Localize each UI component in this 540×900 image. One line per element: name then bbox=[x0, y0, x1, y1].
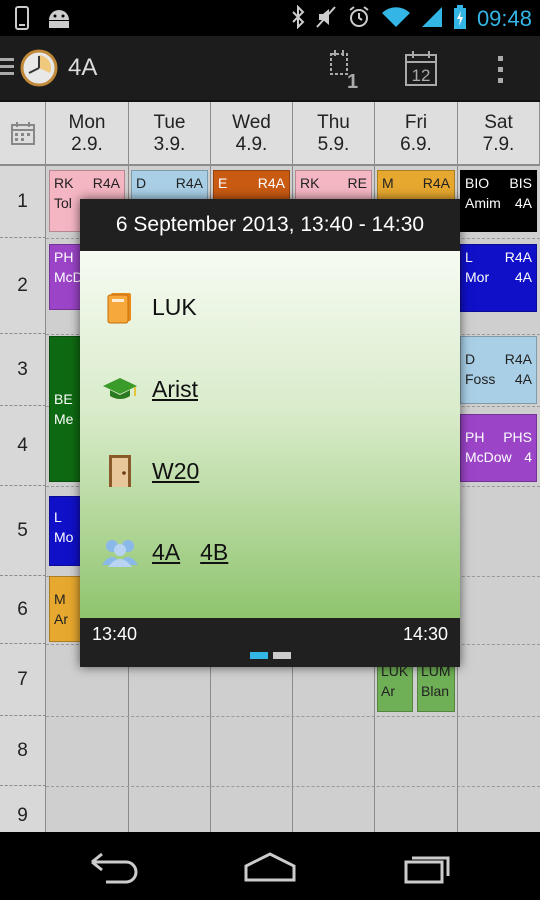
popup-teacher-link[interactable]: Arist bbox=[152, 376, 198, 403]
period-5: 5 bbox=[0, 486, 46, 576]
back-icon bbox=[91, 852, 138, 884]
svg-text:1: 1 bbox=[347, 71, 358, 92]
popup-room-row: W20 bbox=[102, 451, 219, 491]
lesson-block[interactable]: BIO BIS Amim 4A bbox=[460, 170, 537, 232]
popup-room-link[interactable]: W20 bbox=[152, 458, 199, 485]
phone-icon bbox=[14, 6, 30, 34]
bluetooth-icon bbox=[291, 4, 305, 33]
popup-class-link[interactable]: 4B bbox=[200, 539, 228, 566]
navigation-bar bbox=[0, 832, 540, 900]
grid-line bbox=[46, 716, 540, 717]
page-dot[interactable] bbox=[273, 652, 291, 659]
overflow-icon bbox=[498, 56, 503, 83]
battery-icon bbox=[453, 4, 467, 34]
popup-end-time: 14:30 bbox=[402, 624, 448, 644]
popup-title: 6 September 2013, 13:40 - 14:30 bbox=[115, 213, 425, 236]
popup-teacher-row: Arist bbox=[102, 369, 218, 409]
status-bar: 09:48 bbox=[0, 0, 540, 36]
android-icon bbox=[46, 6, 72, 34]
home-button[interactable] bbox=[240, 850, 300, 886]
lesson-detail-popup[interactable]: 6 September 2013, 13:40 - 14:30 LUK Aris bbox=[80, 199, 460, 667]
popup-classes-row: 4A 4B bbox=[102, 532, 248, 572]
popup-start-time: 13:40 bbox=[92, 624, 138, 644]
day-header-fri[interactable]: Fri 6.9. bbox=[375, 102, 458, 166]
calendar-button[interactable]: 12 bbox=[398, 46, 444, 92]
mute-icon bbox=[315, 5, 337, 33]
back-button[interactable] bbox=[84, 850, 144, 886]
period-9: 9 bbox=[0, 786, 46, 832]
day-header-thu[interactable]: Thu 5.9. bbox=[293, 102, 375, 166]
wifi-icon bbox=[381, 5, 411, 33]
period-7: 7 bbox=[0, 644, 46, 716]
calendar-small-icon bbox=[10, 122, 35, 145]
graduation-cap-icon bbox=[102, 371, 138, 407]
period-4: 4 bbox=[0, 406, 46, 486]
day-header-mon[interactable]: Mon 2.9. bbox=[46, 102, 129, 166]
popup-subject-row: LUK bbox=[102, 287, 197, 327]
app-clock-icon[interactable] bbox=[20, 49, 58, 91]
grid-line bbox=[46, 786, 540, 787]
book-icon bbox=[102, 289, 138, 325]
today-button[interactable]: 1 bbox=[324, 46, 370, 93]
svg-text:12: 12 bbox=[412, 66, 431, 85]
calendar-corner[interactable] bbox=[0, 102, 46, 166]
timetable-title[interactable]: 4A bbox=[68, 54, 97, 82]
period-8: 8 bbox=[0, 716, 46, 786]
lesson-block[interactable]: L R4A Mor 4A bbox=[460, 244, 537, 312]
period-6: 6 bbox=[0, 576, 46, 644]
recent-apps-button[interactable] bbox=[398, 850, 458, 886]
period-2: 2 bbox=[0, 238, 46, 334]
period-3: 3 bbox=[0, 334, 46, 406]
calendar-icon: 12 bbox=[405, 51, 437, 86]
recent-apps-icon bbox=[404, 856, 450, 884]
period-1: 1 bbox=[0, 166, 46, 238]
door-icon bbox=[102, 453, 138, 489]
page-dot-active[interactable] bbox=[250, 652, 268, 659]
cell-signal-icon bbox=[421, 5, 443, 33]
drawer-icon[interactable] bbox=[0, 58, 14, 79]
popup-footer: 13:40 14:30 bbox=[80, 618, 460, 667]
popup-class-link[interactable]: 4A bbox=[152, 539, 180, 566]
popup-body: LUK Arist W20 4A 4B bbox=[80, 251, 460, 618]
page-indicator bbox=[250, 652, 291, 659]
status-time: 09:48 bbox=[476, 6, 532, 31]
group-icon bbox=[102, 534, 138, 570]
today-icon: 1 bbox=[330, 50, 358, 93]
lesson-block[interactable]: D R4A Foss 4A bbox=[460, 336, 537, 404]
lesson-block[interactable]: PH PHS McDow 4 bbox=[460, 414, 537, 482]
alarm-icon bbox=[347, 5, 371, 33]
home-icon bbox=[244, 852, 296, 882]
overflow-menu-button[interactable] bbox=[478, 46, 524, 92]
day-header-sat[interactable]: Sat 7.9. bbox=[458, 102, 540, 166]
popup-subject: LUK bbox=[152, 293, 197, 320]
action-bar: 4A 1 12 bbox=[0, 36, 540, 102]
day-header-tue[interactable]: Tue 3.9. bbox=[129, 102, 211, 166]
day-header-wed[interactable]: Wed 4.9. bbox=[211, 102, 293, 166]
